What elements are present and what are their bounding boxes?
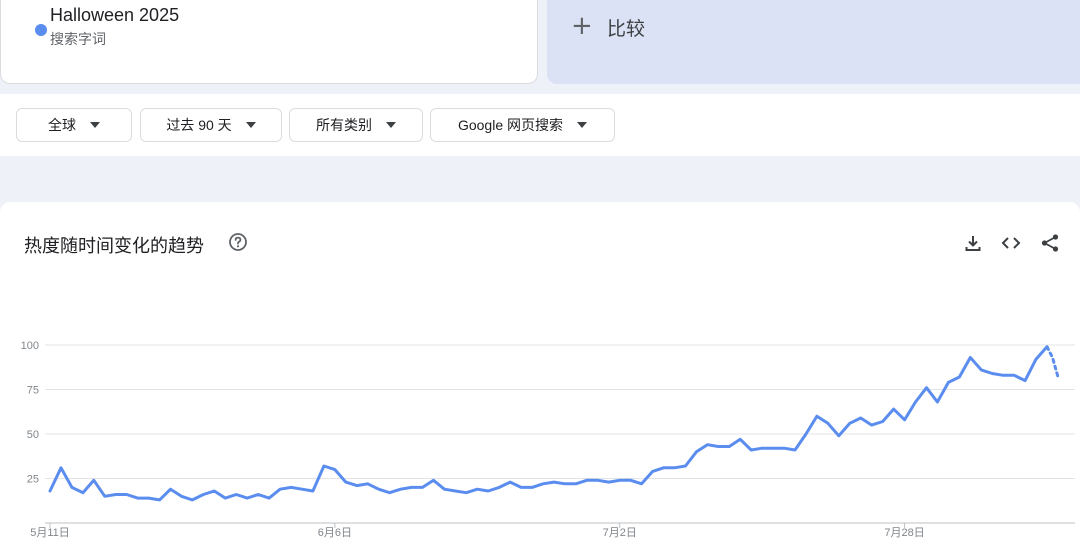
y-tick-label: 75 (27, 385, 39, 397)
time-range-filter[interactable]: 过去 90 天 (140, 108, 282, 142)
series-line (48, 345, 1049, 502)
caret-down-icon (386, 122, 396, 128)
interest-over-time-card: 25 50 75 100 5月11日 6月6日 7月2日 7月28日 热度随时间变化的趋势 (0, 202, 1080, 550)
y-tick-label: 50 (27, 429, 39, 441)
time-range-filter-label: 过去 90 天 (166, 117, 232, 133)
filter-bar: 全球 过去 90 天 所有类别 Google 网页搜索 (0, 94, 1080, 156)
x-tick-label: 7月2日 (603, 527, 637, 539)
help-circle-icon[interactable] (228, 232, 248, 252)
download-icon[interactable] (962, 232, 984, 254)
y-tick-label: 100 (21, 340, 39, 352)
search-term-name: Halloween 2025 (50, 5, 180, 25)
embed-code-icon[interactable] (1000, 232, 1022, 254)
region-filter[interactable]: 全球 (16, 108, 132, 142)
search-term-card[interactable]: Halloween 2025 搜索字词 (0, 0, 538, 84)
share-icon[interactable] (1039, 232, 1061, 254)
series-color-dot (35, 24, 47, 36)
category-filter-label: 所有类别 (316, 117, 372, 133)
category-filter[interactable]: 所有类别 (289, 108, 423, 142)
x-tick-label: 6月6日 (318, 527, 352, 539)
search-type-filter[interactable]: Google 网页搜索 (430, 108, 615, 142)
x-tick-label: 5月11日 (30, 527, 70, 539)
chart-title: 热度随时间变化的趋势 (24, 236, 204, 256)
region-filter-label: 全球 (48, 117, 76, 133)
caret-down-icon (90, 122, 100, 128)
compare-label: 比较 (607, 19, 646, 40)
y-tick-label: 25 (27, 474, 39, 486)
x-tick-label: 7月28日 (884, 527, 924, 539)
search-term-type: 搜索字词 (50, 31, 106, 47)
compare-button[interactable] (547, 0, 1080, 84)
caret-down-icon (245, 122, 256, 128)
plus-icon: + (571, 11, 593, 41)
search-type-filter-label: Google 网页搜索 (457, 117, 564, 133)
partial-data-line (1045, 345, 1060, 379)
caret-down-icon (577, 122, 588, 128)
